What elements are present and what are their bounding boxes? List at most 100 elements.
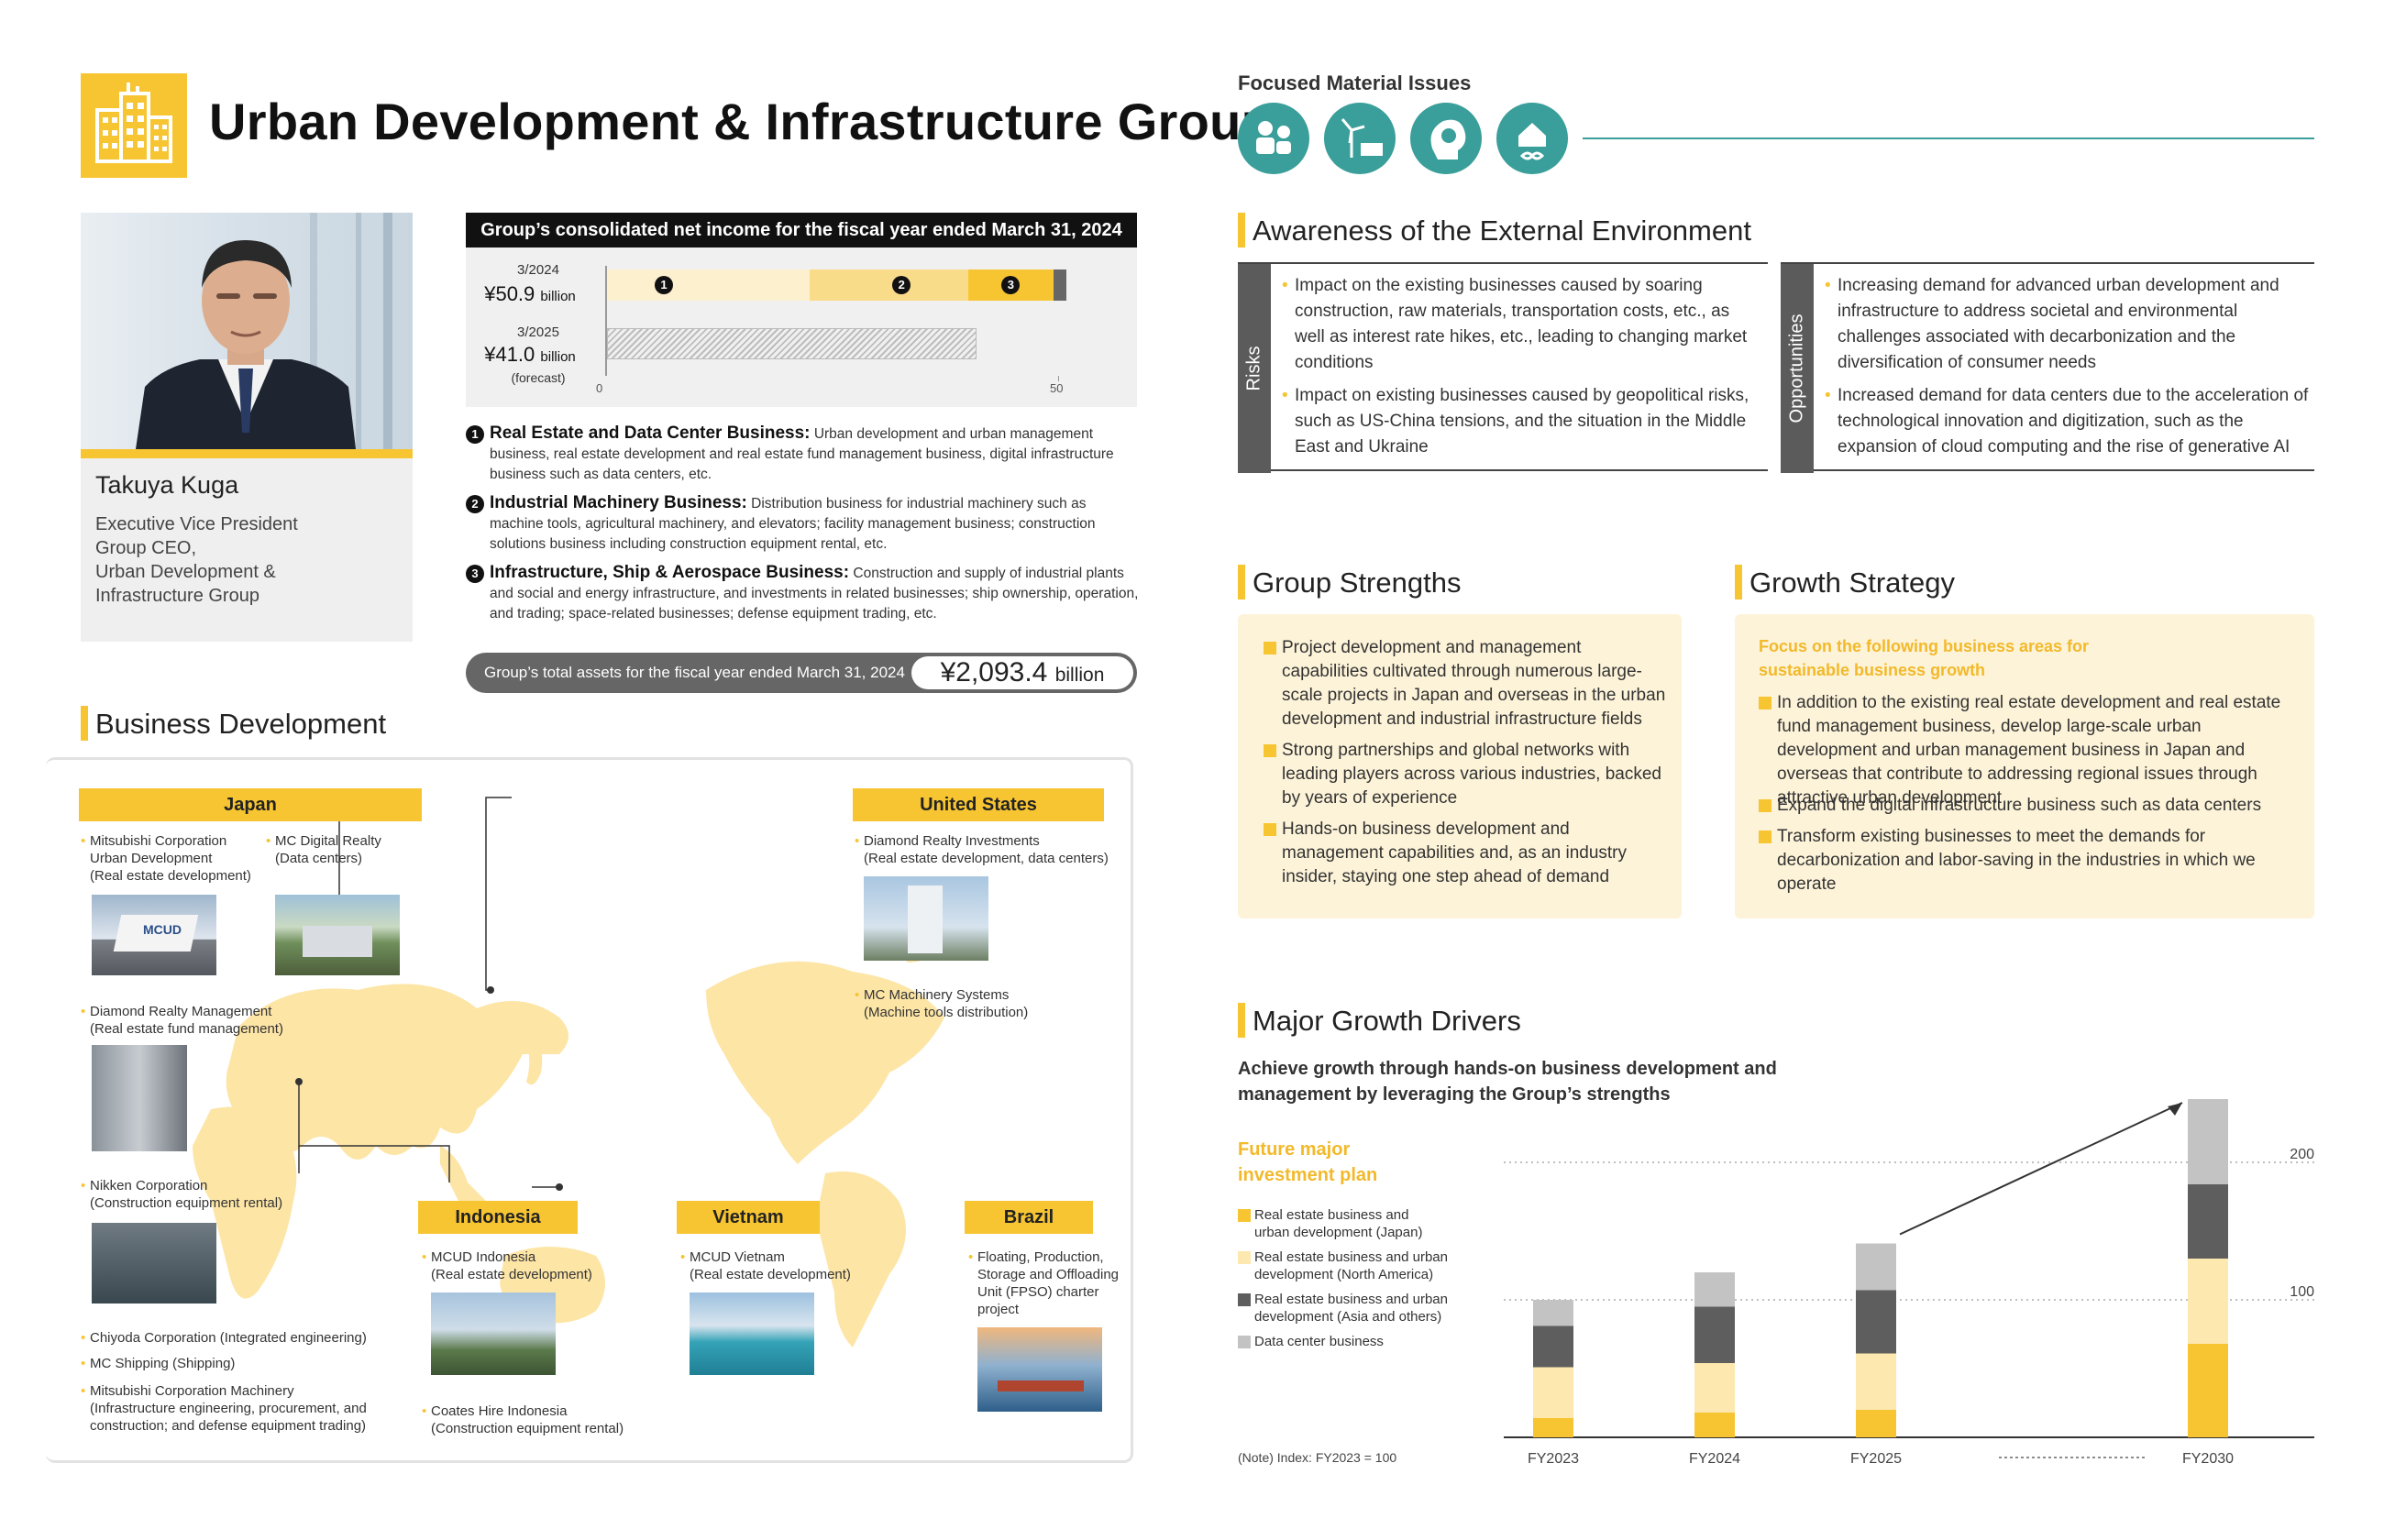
region-japan: Japan	[79, 788, 422, 821]
legend-label: Real estate business and urban developme…	[1254, 1292, 1448, 1325]
x-tick-label: FY2025	[1850, 1451, 1902, 1467]
section-title-external-environment: Awareness of the External Environment	[1253, 214, 1751, 247]
stack-segment	[1694, 1272, 1735, 1307]
region-united-states: United States	[853, 788, 1104, 821]
growth-focus-heading: Focus on the following business areas fo…	[1759, 637, 2090, 679]
circular-infrastructure-icon	[1496, 103, 1568, 174]
executive-title: Executive Vice President Group CEO, Urba…	[95, 514, 298, 606]
section-accent	[1735, 565, 1742, 600]
segment-name: Infrastructure, Ship & Aerospace Busines…	[490, 563, 850, 582]
value-unit: billion	[540, 289, 576, 304]
stack-segment	[2188, 1259, 2228, 1344]
total-assets-label: Group’s total assets for the fiscal year…	[484, 664, 905, 681]
opportunity-item: Increasing demand for advanced urban dev…	[1825, 273, 2311, 376]
stack-segment	[1694, 1413, 1735, 1437]
legend-item: Data center business	[1238, 1333, 1476, 1350]
value-text: ¥50.9	[484, 282, 535, 305]
period-label: 3/2025	[517, 324, 559, 340]
stack-segment	[1856, 1353, 1896, 1410]
legend-swatch	[1238, 1209, 1251, 1222]
legend-label: Real estate business and urban developme…	[1254, 1249, 1448, 1282]
net-income-chart: 3/2024 ¥50.9 billion 3/2025 ¥41.0 billio…	[466, 248, 1137, 407]
bar-segment	[1054, 270, 1066, 301]
section-accent	[1238, 565, 1245, 600]
stack-segment	[2188, 1099, 2228, 1184]
segment-number: 1	[466, 425, 484, 444]
segment-number: 2	[466, 495, 484, 513]
section-accent	[81, 706, 88, 741]
legend-swatch	[1238, 1336, 1251, 1348]
section-title-business-development: Business Development	[95, 708, 387, 740]
period-label: 3/2024	[517, 262, 559, 278]
forecast-note: (forecast)	[511, 370, 566, 385]
stack-segment	[1694, 1363, 1735, 1413]
value-unit: billion	[540, 349, 576, 365]
stack-segment	[1856, 1243, 1896, 1291]
entry-mcud-vietnam: MCUD Vietnam (Real estate development)	[680, 1248, 851, 1283]
y-tick-label: 100	[2290, 1284, 2314, 1300]
net-income-heading: Group’s consolidated net income for the …	[466, 213, 1137, 248]
x-tick-label: FY2023	[1528, 1451, 1579, 1467]
page-title: Urban Development & Infrastructure Group	[209, 93, 1274, 150]
equipment-yard-photo	[92, 1223, 216, 1304]
region-brazil: Brazil	[965, 1201, 1093, 1234]
x-tick-label: FY2024	[1689, 1451, 1740, 1467]
entry-mcud-indonesia: MCUD Indonesia (Real estate development)	[422, 1248, 592, 1283]
us-building-photo	[864, 876, 988, 961]
entry-mcud: Mitsubishi Corporation Urban Development…	[81, 832, 251, 885]
investment-plan-chart: 100 200 FY2023 FY2024 FY2025 FY2030	[1504, 1099, 2314, 1467]
segment-item: 3 Infrastructure, Ship & Aerospace Busin…	[466, 563, 1141, 624]
entry-mc-machinery-systems: MC Machinery Systems (Machine tools dist…	[855, 986, 1028, 1021]
section-title-growth-drivers: Major Growth Drivers	[1253, 1005, 1521, 1037]
y-tick-label: 200	[2290, 1147, 2314, 1162]
assets-amount: ¥2,093.4	[940, 657, 1048, 688]
section-title-group-strengths: Group Strengths	[1253, 566, 1462, 599]
stack-segment	[1533, 1300, 1573, 1326]
entry-fpso: Floating, Production, Storage and Offloa…	[968, 1248, 1119, 1318]
growth-arrow	[1899, 1102, 2183, 1236]
strength-item: Project development and management capab…	[1264, 636, 1667, 732]
opportunities-label: Opportunities	[1786, 314, 1807, 424]
executive-card: Takuya Kuga Executive Vice President Gro…	[81, 458, 413, 642]
net-income-forecast-value: ¥41.0 billion	[466, 343, 594, 367]
legend-label: Real estate business and urban developme…	[1254, 1207, 1423, 1240]
legend-swatch	[1238, 1293, 1251, 1306]
strength-item: Strong partnerships and global networks …	[1264, 739, 1667, 810]
issues-divider	[1583, 138, 2314, 139]
entry-coates-hire: Coates Hire Indonesia (Construction equi…	[422, 1402, 624, 1437]
indonesia-development-photo	[431, 1292, 556, 1375]
stack-segment	[1694, 1306, 1735, 1363]
legend-item: Real estate business and urban developme…	[1238, 1291, 1485, 1326]
entry-diamond-realty-management: Diamond Realty Management (Real estate f…	[81, 1003, 283, 1038]
entry-chiyoda: Chiyoda Corporation (Integrated engineer…	[81, 1329, 367, 1347]
portrait-accent-bar	[81, 449, 413, 458]
tick-mark	[1058, 376, 1059, 381]
region-indonesia: Indonesia	[418, 1201, 578, 1234]
stack-segment	[1856, 1290, 1896, 1354]
risks-tab: Risks	[1238, 264, 1271, 473]
assets-unit: billion	[1054, 665, 1105, 686]
legend-swatch	[1238, 1251, 1251, 1264]
entry-nikken: Nikken Corporation (Construction equipme…	[81, 1177, 282, 1212]
renewable-energy-icon	[1324, 103, 1396, 174]
segment-number: 3	[466, 565, 484, 583]
executive-portrait	[81, 213, 413, 449]
stack-segment	[1856, 1410, 1896, 1437]
entry-mc-machinery: Mitsubishi Corporation Machinery (Infras…	[81, 1382, 367, 1435]
urban-buildings-icon	[81, 73, 187, 178]
vietnam-coast-photo	[690, 1292, 814, 1375]
section-accent	[1238, 213, 1245, 248]
segment-name: Industrial Machinery Business:	[490, 493, 747, 512]
opportunities-box: Opportunities Increasing demand for adva…	[1781, 262, 2314, 473]
society-people-icon	[1238, 103, 1309, 174]
executive-name: Takuya Kuga	[95, 471, 239, 499]
mcud-building-photo: MCUD	[92, 895, 216, 975]
stack-segment	[2188, 1184, 2228, 1259]
bar-segment	[607, 270, 811, 301]
risk-item: Impact on existing businesses caused by …	[1282, 383, 1759, 460]
opportunities-tab: Opportunities	[1781, 264, 1814, 473]
entry-mc-shipping: MC Shipping (Shipping)	[81, 1355, 235, 1372]
focused-issues-label: Focused Material Issues	[1238, 72, 1472, 94]
section-title-growth-strategy: Growth Strategy	[1749, 566, 1955, 599]
segment-item: 1 Real Estate and Data Center Business: …	[466, 424, 1141, 485]
